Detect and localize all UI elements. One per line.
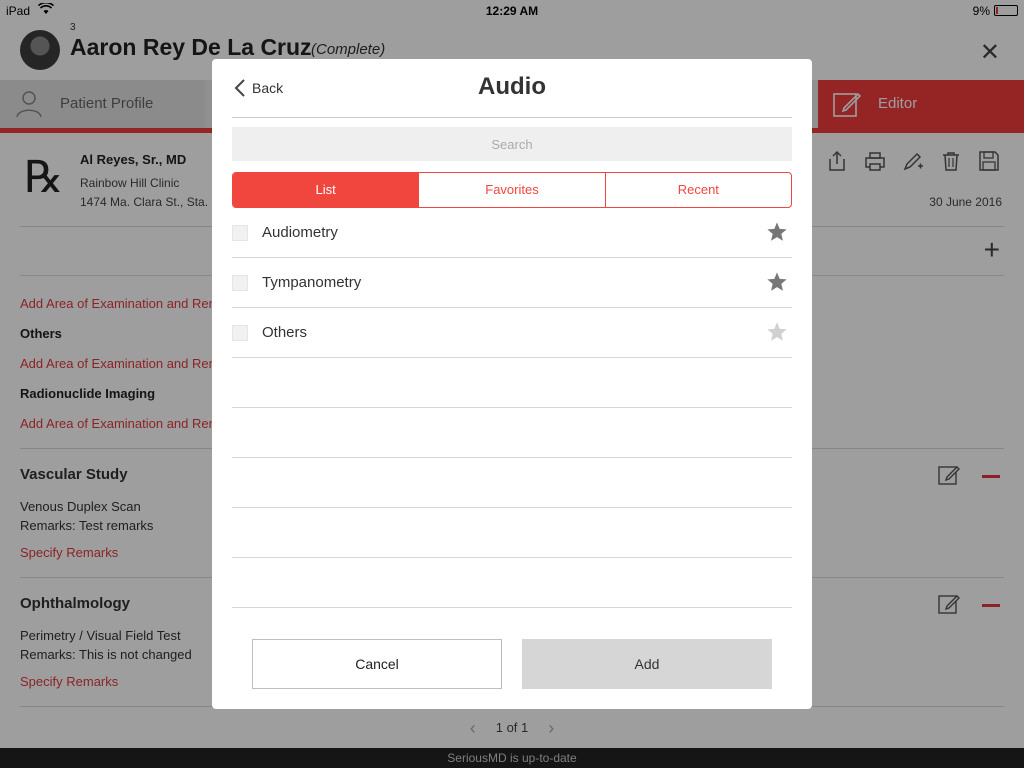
list-item[interactable]: Audiometry: [232, 208, 792, 258]
item-label: Others: [262, 324, 308, 341]
star-icon[interactable]: [766, 321, 788, 343]
list-item[interactable]: Tympanometry: [232, 258, 792, 308]
add-button[interactable]: Add: [522, 639, 772, 689]
dialog-title: Audio: [478, 73, 546, 100]
audio-dialog: Back Audio List Favorites Recent Audiome…: [212, 59, 812, 709]
segment-list[interactable]: List: [233, 173, 419, 207]
divider: [232, 117, 792, 118]
star-icon[interactable]: [766, 221, 788, 243]
segment-recent[interactable]: Recent: [604, 173, 791, 207]
segmented-control: List Favorites Recent: [232, 172, 792, 208]
list-item[interactable]: Others: [232, 308, 792, 358]
empty-row: [232, 458, 792, 508]
empty-row: [232, 558, 792, 608]
empty-row: [232, 358, 792, 408]
empty-row: [232, 408, 792, 458]
empty-row: [232, 508, 792, 558]
item-list: Audiometry Tympanometry Others: [232, 208, 792, 608]
item-label: Tympanometry: [262, 274, 362, 291]
search-input[interactable]: [232, 127, 792, 161]
item-label: Audiometry: [262, 224, 338, 241]
item-checkbox[interactable]: [232, 225, 248, 241]
segment-favorites[interactable]: Favorites: [418, 173, 604, 207]
star-icon[interactable]: [766, 271, 788, 293]
item-checkbox[interactable]: [232, 325, 248, 341]
cancel-button[interactable]: Cancel: [252, 639, 502, 689]
item-checkbox[interactable]: [232, 275, 248, 291]
